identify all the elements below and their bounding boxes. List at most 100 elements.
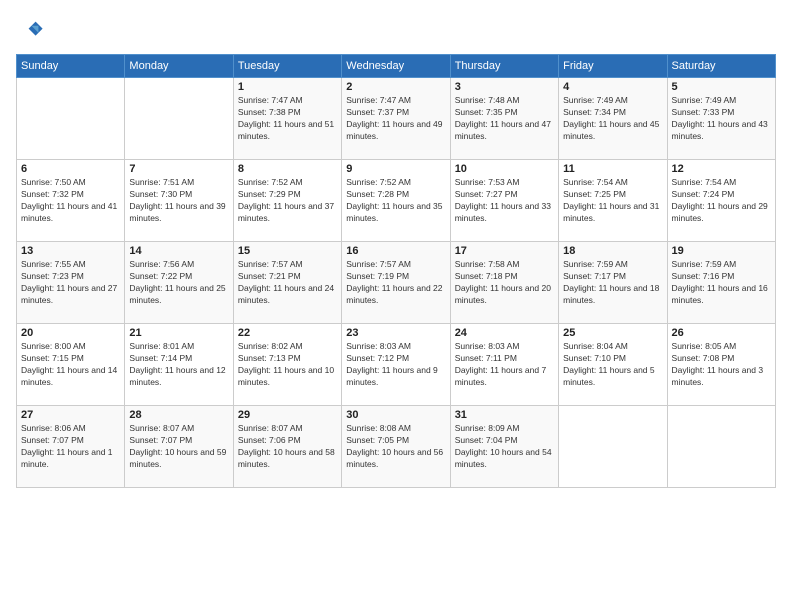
day-number: 4 [563, 81, 662, 93]
day-info: Sunrise: 7:51 AMSunset: 7:30 PMDaylight:… [129, 177, 228, 225]
day-number: 7 [129, 163, 228, 175]
calendar-header: SundayMondayTuesdayWednesdayThursdayFrid… [17, 55, 776, 78]
day-info: Sunrise: 7:59 AMSunset: 7:17 PMDaylight:… [563, 259, 662, 307]
calendar-cell: 16Sunrise: 7:57 AMSunset: 7:19 PMDayligh… [342, 242, 450, 324]
calendar-cell: 17 Sunrise: 7:58 AMSunset: 7:18 PMDayligh… [450, 242, 558, 324]
calendar-cell: 26 Sunrise: 8:05 AMSunset: 7:08 PMDayligh… [667, 324, 775, 406]
day-info: Sunrise: 8:04 AMSunset: 7:10 PMDaylight:… [563, 341, 662, 389]
calendar-cell: 24 Sunrise: 8:03 AMSunset: 7:11 PMDayligh… [450, 324, 558, 406]
weekday-header-thursday: Thursday [450, 55, 558, 78]
day-number: 19 [672, 245, 771, 257]
calendar-table: SundayMondayTuesdayWednesdayThursdayFrid… [16, 54, 776, 488]
calendar-cell: 2Sunrise: 7:47 AMSunset: 7:37 PMDaylight… [342, 78, 450, 160]
day-number: 23 [346, 327, 445, 339]
day-number: 17 [455, 245, 554, 257]
calendar-cell: 30Sunrise: 8:08 AMSunset: 7:05 PMDayligh… [342, 406, 450, 488]
logo-icon [16, 16, 44, 44]
calendar-cell: 20Sunrise: 8:00 AMSunset: 7:15 PMDayligh… [17, 324, 125, 406]
calendar-cell: 5Sunrise: 7:49 AMSunset: 7:33 PMDaylight… [667, 78, 775, 160]
calendar-cell: 6 Sunrise: 7:50 AMSunset: 7:32 PMDaylight… [17, 160, 125, 242]
calendar-cell: 29 Sunrise: 8:07 AMSunset: 7:06 PMDayligh… [233, 406, 341, 488]
day-info: Sunrise: 7:49 AMSunset: 7:33 PMDaylight:… [672, 95, 771, 143]
calendar-cell: 18Sunrise: 7:59 AMSunset: 7:17 PMDayligh… [559, 242, 667, 324]
day-number: 10 [455, 163, 554, 175]
calendar-cell: 31 Sunrise: 8:09 AMSunset: 7:04 PMDayligh… [450, 406, 558, 488]
day-number: 27 [21, 409, 120, 421]
day-number: 3 [455, 81, 554, 93]
day-info: Sunrise: 7:54 AMSunset: 7:24 PMDaylight:… [672, 177, 771, 225]
weekday-header-friday: Friday [559, 55, 667, 78]
calendar-cell [125, 78, 233, 160]
day-info: Sunrise: 7:52 AMSunset: 7:28 PMDaylight:… [346, 177, 445, 225]
day-number: 20 [21, 327, 120, 339]
day-info: Sunrise: 7:53 AMSunset: 7:27 PMDaylight:… [455, 177, 554, 225]
weekday-header-saturday: Saturday [667, 55, 775, 78]
day-number: 21 [129, 327, 228, 339]
day-number: 30 [346, 409, 445, 421]
calendar-cell: 1 Sunrise: 7:47 AMSunset: 7:38 PMDaylight… [233, 78, 341, 160]
calendar-cell [17, 78, 125, 160]
calendar-cell: 28 Sunrise: 8:07 AMSunset: 7:07 PMDayligh… [125, 406, 233, 488]
calendar-cell [667, 406, 775, 488]
calendar-body: 1 Sunrise: 7:47 AMSunset: 7:38 PMDaylight… [17, 78, 776, 488]
day-number: 31 [455, 409, 554, 421]
day-info: Sunrise: 8:09 AMSunset: 7:04 PMDaylight:… [455, 423, 554, 471]
day-info: Sunrise: 8:05 AMSunset: 7:08 PMDaylight:… [672, 341, 771, 389]
calendar-cell: 3 Sunrise: 7:48 AMSunset: 7:35 PMDaylight… [450, 78, 558, 160]
calendar-cell: 23Sunrise: 8:03 AMSunset: 7:12 PMDayligh… [342, 324, 450, 406]
day-info: Sunrise: 8:01 AMSunset: 7:14 PMDaylight:… [129, 341, 228, 389]
day-info: Sunrise: 7:52 AMSunset: 7:29 PMDaylight:… [238, 177, 337, 225]
day-info: Sunrise: 8:03 AMSunset: 7:11 PMDaylight:… [455, 341, 554, 389]
day-info: Sunrise: 7:56 AMSunset: 7:22 PMDaylight:… [129, 259, 228, 307]
calendar-cell: 10 Sunrise: 7:53 AMSunset: 7:27 PMDayligh… [450, 160, 558, 242]
calendar-cell: 11Sunrise: 7:54 AMSunset: 7:25 PMDayligh… [559, 160, 667, 242]
weekday-header-tuesday: Tuesday [233, 55, 341, 78]
day-number: 11 [563, 163, 662, 175]
weekday-header-monday: Monday [125, 55, 233, 78]
day-number: 29 [238, 409, 337, 421]
day-number: 25 [563, 327, 662, 339]
day-info: Sunrise: 7:49 AMSunset: 7:34 PMDaylight:… [563, 95, 662, 143]
day-number: 28 [129, 409, 228, 421]
calendar-cell: 9Sunrise: 7:52 AMSunset: 7:28 PMDaylight… [342, 160, 450, 242]
calendar-cell: 4 Sunrise: 7:49 AMSunset: 7:34 PMDaylight… [559, 78, 667, 160]
day-info: Sunrise: 7:48 AMSunset: 7:35 PMDaylight:… [455, 95, 554, 143]
calendar-week-2: 6 Sunrise: 7:50 AMSunset: 7:32 PMDaylight… [17, 160, 776, 242]
calendar-cell: 19 Sunrise: 7:59 AMSunset: 7:16 PMDayligh… [667, 242, 775, 324]
day-number: 6 [21, 163, 120, 175]
day-info: Sunrise: 7:50 AMSunset: 7:32 PMDaylight:… [21, 177, 120, 225]
weekday-header-row: SundayMondayTuesdayWednesdayThursdayFrid… [17, 55, 776, 78]
day-number: 26 [672, 327, 771, 339]
day-number: 16 [346, 245, 445, 257]
calendar-cell: 15Sunrise: 7:57 AMSunset: 7:21 PMDayligh… [233, 242, 341, 324]
calendar-container: SundayMondayTuesdayWednesdayThursdayFrid… [0, 0, 792, 612]
calendar-cell [559, 406, 667, 488]
day-info: Sunrise: 7:55 AMSunset: 7:23 PMDaylight:… [21, 259, 120, 307]
day-number: 14 [129, 245, 228, 257]
header [16, 16, 776, 44]
calendar-cell: 22 Sunrise: 8:02 AMSunset: 7:13 PMDayligh… [233, 324, 341, 406]
day-info: Sunrise: 7:47 AMSunset: 7:37 PMDaylight:… [346, 95, 445, 143]
calendar-cell: 12 Sunrise: 7:54 AMSunset: 7:24 PMDayligh… [667, 160, 775, 242]
weekday-header-sunday: Sunday [17, 55, 125, 78]
calendar-cell: 14 Sunrise: 7:56 AMSunset: 7:22 PMDayligh… [125, 242, 233, 324]
calendar-cell: 27Sunrise: 8:06 AMSunset: 7:07 PMDayligh… [17, 406, 125, 488]
day-number: 13 [21, 245, 120, 257]
day-info: Sunrise: 8:07 AMSunset: 7:06 PMDaylight:… [238, 423, 337, 471]
calendar-week-4: 20Sunrise: 8:00 AMSunset: 7:15 PMDayligh… [17, 324, 776, 406]
day-info: Sunrise: 7:47 AMSunset: 7:38 PMDaylight:… [238, 95, 337, 143]
day-number: 24 [455, 327, 554, 339]
calendar-cell: 21 Sunrise: 8:01 AMSunset: 7:14 PMDayligh… [125, 324, 233, 406]
calendar-week-3: 13 Sunrise: 7:55 AMSunset: 7:23 PMDayligh… [17, 242, 776, 324]
day-number: 8 [238, 163, 337, 175]
day-number: 1 [238, 81, 337, 93]
day-info: Sunrise: 7:58 AMSunset: 7:18 PMDaylight:… [455, 259, 554, 307]
day-info: Sunrise: 7:59 AMSunset: 7:16 PMDaylight:… [672, 259, 771, 307]
calendar-cell: 8 Sunrise: 7:52 AMSunset: 7:29 PMDaylight… [233, 160, 341, 242]
calendar-cell: 7 Sunrise: 7:51 AMSunset: 7:30 PMDaylight… [125, 160, 233, 242]
calendar-cell: 25 Sunrise: 8:04 AMSunset: 7:10 PMDayligh… [559, 324, 667, 406]
day-number: 22 [238, 327, 337, 339]
day-info: Sunrise: 8:07 AMSunset: 7:07 PMDaylight:… [129, 423, 228, 471]
day-number: 12 [672, 163, 771, 175]
day-info: Sunrise: 8:02 AMSunset: 7:13 PMDaylight:… [238, 341, 337, 389]
